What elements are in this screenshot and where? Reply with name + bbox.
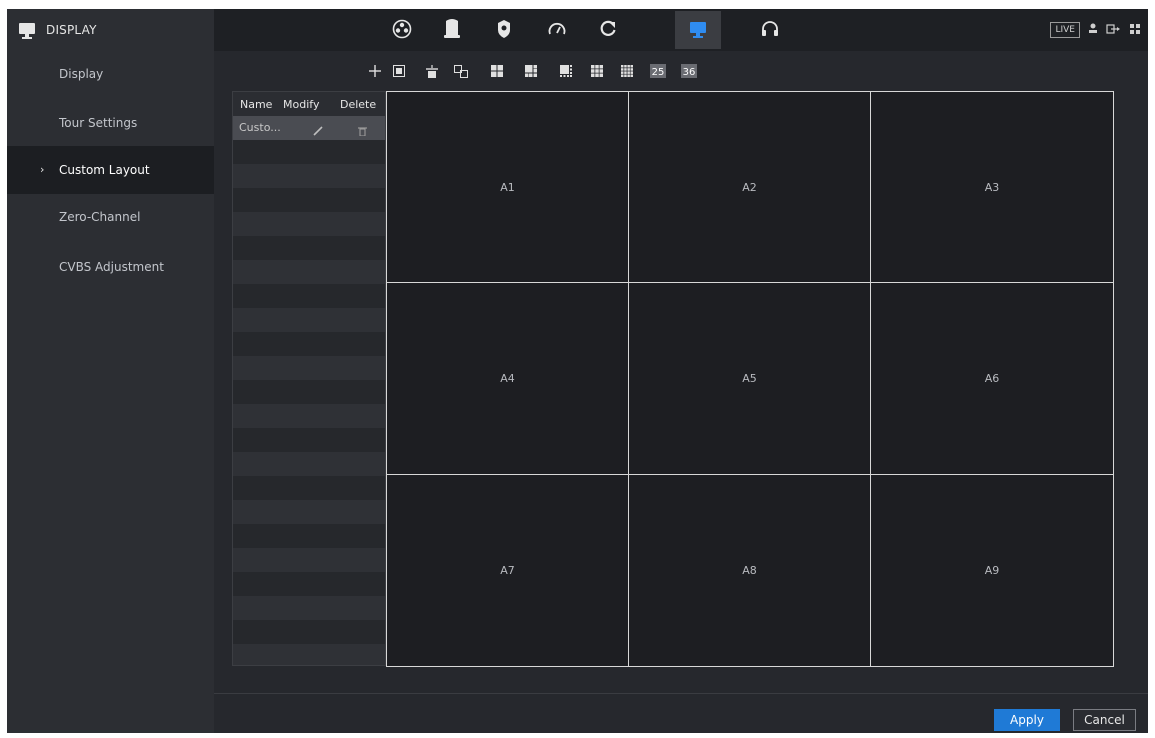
user-icon[interactable] <box>1088 23 1098 37</box>
pencil-icon[interactable] <box>313 121 323 140</box>
column-header-delete: Delete <box>340 97 377 111</box>
split-add-icon[interactable] <box>392 64 406 78</box>
table-row <box>233 332 385 356</box>
delete-icon[interactable] <box>425 64 439 78</box>
sidebar: Display Tour Settings › Custom Layout Ze… <box>7 51 214 733</box>
column-header-name: Name <box>240 97 273 111</box>
grid-cell-a3[interactable]: A3 <box>871 92 1113 284</box>
layout-name: Custo... <box>239 121 281 134</box>
grid-cell-a7[interactable]: A7 <box>387 474 629 666</box>
table-row <box>233 380 385 404</box>
table-row <box>233 188 385 212</box>
layout-25-icon[interactable]: 25 <box>650 64 666 78</box>
custom-layout-table: Name Modify Delete Custo... <box>232 91 386 666</box>
table-row <box>233 476 385 500</box>
app-brand: DISPLAY <box>7 9 214 51</box>
sidebar-item-cvbs-adjustment[interactable]: CVBS Adjustment <box>7 244 214 290</box>
main-panel: 25 36 Name Modify Delete Custo... A1 A2 … <box>214 51 1148 733</box>
performance-icon[interactable] <box>542 13 572 45</box>
table-row <box>233 548 385 572</box>
layout-9-icon[interactable] <box>590 64 604 78</box>
table-row <box>233 428 385 452</box>
table-row <box>233 236 385 260</box>
table-header: Name Modify Delete <box>233 92 385 116</box>
storage-icon[interactable] <box>437 13 467 45</box>
table-row <box>233 596 385 620</box>
sidebar-item-label: Display <box>59 67 104 81</box>
table-row <box>233 260 385 284</box>
table-row <box>233 500 385 524</box>
table-row[interactable]: Custo... <box>233 116 385 140</box>
camera-icon[interactable] <box>387 13 417 45</box>
layout-6-icon[interactable] <box>524 64 538 78</box>
layout-36-icon[interactable]: 36 <box>681 64 697 78</box>
grid-cell-a1[interactable]: A1 <box>387 92 629 284</box>
sidebar-item-zero-channel[interactable]: Zero-Channel <box>7 194 214 240</box>
top-strip <box>0 0 1155 9</box>
sidebar-item-display[interactable]: Display <box>7 51 214 97</box>
monitor-icon <box>18 22 36 39</box>
table-row <box>233 644 385 665</box>
layout-grid: A1 A2 A3 A4 A5 A6 A7 A8 A9 <box>386 91 1114 667</box>
table-row <box>233 620 385 644</box>
table-row <box>233 284 385 308</box>
grid-cell-a5[interactable]: A5 <box>629 283 871 475</box>
top-right-controls: LIVE <box>1050 9 1140 51</box>
security-icon[interactable] <box>489 13 519 45</box>
footer-divider <box>214 693 1148 694</box>
layout-36-label: 36 <box>683 67 696 78</box>
table-row <box>233 452 385 476</box>
table-row <box>233 212 385 236</box>
sidebar-item-label: Tour Settings <box>59 116 138 130</box>
grid-cell-a8[interactable]: A8 <box>629 474 871 666</box>
grid-cell-a9[interactable]: A9 <box>871 475 1113 666</box>
live-button[interactable]: LIVE <box>1050 22 1080 38</box>
layout-4-icon[interactable] <box>490 64 504 78</box>
table-row <box>233 164 385 188</box>
top-bar: DISPLAY LIVE <box>7 9 1148 51</box>
sidebar-item-label: Custom Layout <box>59 163 150 177</box>
layout-toolbar: 25 36 <box>214 51 1148 91</box>
sidebar-item-label: Zero-Channel <box>59 210 141 224</box>
sidebar-item-label: CVBS Adjustment <box>59 260 164 274</box>
cancel-button[interactable]: Cancel <box>1073 709 1136 731</box>
chevron-right-icon: › <box>40 163 45 176</box>
column-header-modify: Modify <box>283 97 320 111</box>
grid-cell-a2[interactable]: A2 <box>629 92 871 284</box>
display-icon[interactable] <box>675 11 721 49</box>
layout-16-icon[interactable] <box>620 64 634 78</box>
table-row <box>233 572 385 596</box>
table-row <box>233 308 385 332</box>
grid-cell-a4[interactable]: A4 <box>387 283 629 475</box>
layout-25-label: 25 <box>652 67 665 78</box>
sidebar-item-tour-settings[interactable]: Tour Settings <box>7 100 214 146</box>
logout-icon[interactable] <box>1106 23 1122 37</box>
add-icon[interactable] <box>368 64 382 78</box>
grid-cell-a6[interactable]: A6 <box>871 283 1113 475</box>
table-row <box>233 404 385 428</box>
grid-menu-icon[interactable] <box>1130 23 1140 37</box>
trash-icon[interactable] <box>358 121 367 140</box>
table-row <box>233 524 385 548</box>
apply-button[interactable]: Apply <box>994 709 1060 731</box>
support-icon[interactable] <box>755 13 785 45</box>
table-row <box>233 356 385 380</box>
page-title: DISPLAY <box>46 23 97 37</box>
sidebar-item-custom-layout[interactable]: › Custom Layout <box>7 146 214 194</box>
app-window: DISPLAY LIVE Display Tour Settings › Cus… <box>7 9 1148 733</box>
table-row <box>233 140 385 164</box>
merge-icon[interactable] <box>454 64 468 78</box>
layout-8-icon[interactable] <box>559 64 573 78</box>
refresh-icon[interactable] <box>593 13 623 45</box>
